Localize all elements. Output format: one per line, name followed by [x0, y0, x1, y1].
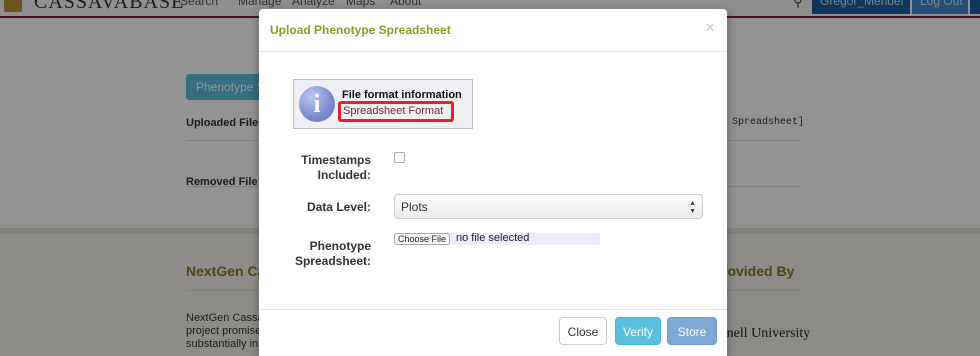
data-level-select[interactable]: Plots ▲ ▼: [394, 194, 703, 219]
phenotype-spreadsheet-label: Phenotype Spreadsheet:: [294, 239, 371, 268]
modal-header: Upload Phenotype Spreadsheet ×: [259, 9, 727, 52]
spreadsheet-format-link[interactable]: Spreadsheet Format: [338, 101, 454, 122]
file-format-info-box: i File format information Spreadsheet Fo…: [293, 79, 473, 129]
data-level-label: Data Level:: [306, 200, 371, 214]
modal-footer: Close Verify Store: [259, 309, 727, 356]
select-arrows-icon: ▲ ▼: [689, 200, 696, 215]
timestamps-checkbox[interactable]: [394, 152, 405, 163]
file-status-text: no file selected: [456, 232, 530, 244]
file-format-title: File format information: [342, 89, 462, 101]
info-icon: i: [299, 86, 335, 122]
modal-title: Upload Phenotype Spreadsheet: [270, 23, 451, 37]
verify-button[interactable]: Verify: [615, 317, 661, 345]
close-button[interactable]: Close: [559, 317, 607, 345]
file-input[interactable]: Choose File no file selected: [394, 232, 600, 245]
timestamps-label: Timestamps Included:: [301, 153, 371, 182]
close-icon[interactable]: ×: [703, 19, 717, 37]
store-button[interactable]: Store: [667, 317, 717, 345]
choose-file-button[interactable]: Choose File: [394, 233, 451, 245]
upload-phenotype-modal: Upload Phenotype Spreadsheet × i File fo…: [259, 9, 727, 356]
data-level-value: Plots: [401, 200, 428, 214]
